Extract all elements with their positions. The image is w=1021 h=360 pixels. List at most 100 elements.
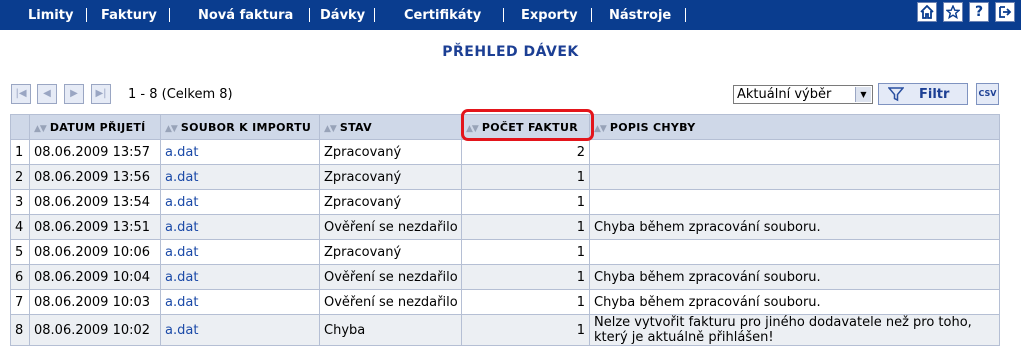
sort-arrows-icon[interactable]: ▲▼ [324,124,337,134]
invoice-count-cell: 1 [461,314,590,346]
file-cell: a.dat [160,164,320,190]
nav-nastroje[interactable]: Nástroje [609,8,671,23]
funnel-icon [887,86,905,106]
nav-separator [503,8,504,22]
error-cell: Chyba během zpracování souboru. [589,289,1000,315]
date-cell: 08.06.2009 13:51 [29,214,161,240]
row-index: 1 [10,139,30,165]
table-row: 7 08.06.2009 10:03 a.dat Ověření se nezd… [10,289,1000,315]
row-index: 8 [10,314,30,346]
date-cell: 08.06.2009 10:06 [29,239,161,265]
error-cell: Chyba během zpracování souboru. [589,264,1000,290]
nav-certifikaty[interactable]: Certifikáty [404,8,481,23]
file-link[interactable]: a.dat [165,170,198,185]
status-cell: Zpracovaný [319,164,462,190]
invoice-count-cell: 1 [461,214,590,240]
table-row: 6 08.06.2009 10:04 a.dat Ověření se nezd… [10,264,1000,290]
row-index: 6 [10,264,30,290]
status-cell: Zpracovaný [319,239,462,265]
invoice-count-cell: 1 [461,189,590,215]
table-row: 1 08.06.2009 13:57 a.dat Zpracovaný 2 [10,139,1000,165]
csv-export-button[interactable]: CSV [976,83,999,105]
nav-separator [374,8,375,22]
row-index: 2 [10,164,30,190]
status-cell: Ověření se nezdařilo [319,214,462,240]
file-cell: a.dat [160,289,320,315]
error-cell [589,164,1000,190]
row-index: 4 [10,214,30,240]
invoice-count-cell: 2 [461,139,590,165]
home-icon[interactable] [917,2,937,22]
nav-nova-faktura[interactable]: Nová faktura [198,8,293,23]
nav-separator [169,8,170,22]
file-link[interactable]: a.dat [165,245,198,260]
file-cell: a.dat [160,189,320,215]
page-title: PŘEHLED DÁVEK [442,44,579,60]
table-row: 3 08.06.2009 13:54 a.dat Zpracovaný 1 [10,189,1000,215]
invoice-count-cell: 1 [461,164,590,190]
row-index: 7 [10,289,30,315]
filter-button[interactable]: Filtr [878,83,968,105]
first-page-button[interactable]: |◀ [11,84,31,104]
logout-icon[interactable] [995,2,1015,22]
nav-limity[interactable]: Limity [28,8,73,23]
row-index: 3 [10,189,30,215]
sort-arrows-icon[interactable]: ▲▼ [594,124,607,134]
nav-separator [591,8,592,22]
batches-table: ▲▼ DATUM PŘIJETÍ ▲▼ SOUBOR K IMPORTU ▲▼ STA… [10,114,1000,346]
date-cell: 08.06.2009 10:02 [29,314,161,346]
nav-davky[interactable]: Dávky [320,8,365,23]
error-cell [589,239,1000,265]
selection-dropdown[interactable]: Aktuální výběr ▼ [733,85,873,104]
star-icon[interactable] [943,2,963,22]
table-row: 2 08.06.2009 13:56 a.dat Zpracovaný 1 [10,164,1000,190]
invoice-count-cell: 1 [461,264,590,290]
table-row: 8 08.06.2009 10:02 a.dat Chyba 1 Nelze v… [10,314,1000,346]
invoice-count-cell: 1 [461,289,590,315]
file-link[interactable]: a.dat [165,145,198,160]
top-navbar: Limity Faktury Nová faktura Dávky Certif… [0,0,1021,30]
nav-faktury[interactable]: Faktury [101,8,157,23]
header-file[interactable]: ▲▼ SOUBOR K IMPORTU [160,114,320,140]
last-page-button[interactable]: ▶| [91,84,111,104]
status-cell: Zpracovaný [319,139,462,165]
header-date[interactable]: ▲▼ DATUM PŘIJETÍ [29,114,161,140]
file-link[interactable]: a.dat [165,220,198,235]
status-cell: Chyba [319,314,462,346]
chevron-down-icon[interactable]: ▼ [855,87,871,102]
error-cell [589,189,1000,215]
filter-button-label: Filtr [919,87,950,102]
prev-page-button[interactable]: ◀ [37,84,57,104]
date-cell: 08.06.2009 10:03 [29,289,161,315]
help-icon[interactable]: ? [969,2,989,22]
invoice-count-cell: 1 [461,239,590,265]
selection-value: Aktuální výběr [737,87,832,102]
file-cell: a.dat [160,139,320,165]
status-cell: Ověření se nezdařilo [319,289,462,315]
header-error-description[interactable]: ▲▼ POPIS CHYBY [589,114,1000,140]
sort-arrows-icon[interactable]: ▲▼ [165,124,178,134]
file-link[interactable]: a.dat [165,195,198,210]
nav-separator [309,8,310,22]
file-link[interactable]: a.dat [165,323,198,338]
file-link[interactable]: a.dat [165,295,198,310]
table-row: 4 08.06.2009 13:51 a.dat Ověření se nezd… [10,214,1000,240]
date-cell: 08.06.2009 10:04 [29,264,161,290]
table-row: 5 08.06.2009 10:06 a.dat Zpracovaný 1 [10,239,1000,265]
header-status[interactable]: ▲▼ STAV [319,114,462,140]
nav-exporty[interactable]: Exporty [521,8,578,23]
file-cell: a.dat [160,314,320,346]
sort-arrows-icon[interactable]: ▲▼ [34,124,47,134]
highlight-annotation [461,109,594,141]
file-link[interactable]: a.dat [165,270,198,285]
nav-separator [86,8,87,22]
row-index: 5 [10,239,30,265]
date-cell: 08.06.2009 13:57 [29,139,161,165]
status-cell: Ověření se nezdařilo [319,264,462,290]
pager-info: 1 - 8 (Celkem 8) [128,87,233,102]
nav-separator [685,8,686,22]
file-cell: a.dat [160,264,320,290]
next-page-button[interactable]: ▶ [64,84,84,104]
file-cell: a.dat [160,239,320,265]
file-cell: a.dat [160,214,320,240]
